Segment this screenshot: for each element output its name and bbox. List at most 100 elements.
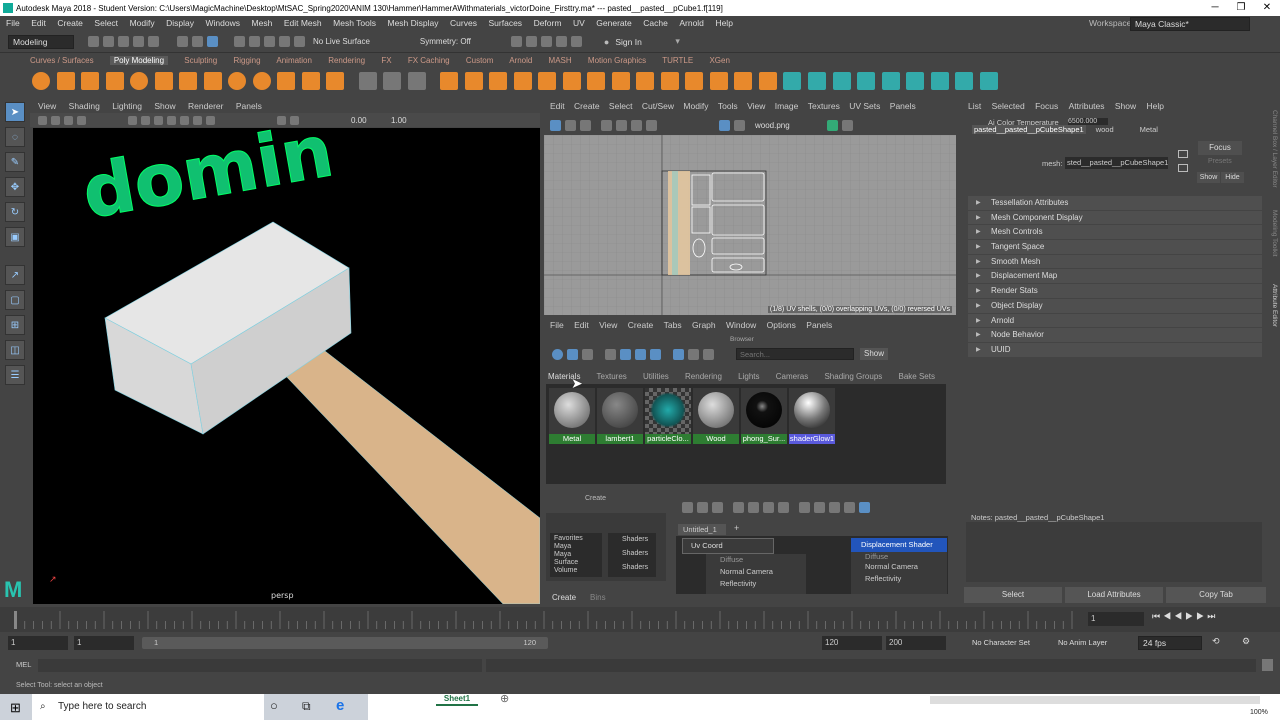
select-component-icon[interactable] xyxy=(207,36,218,47)
slide-edge-icon[interactable] xyxy=(734,72,753,90)
menu-mesh-display[interactable]: Mesh Display xyxy=(388,18,439,28)
menu-deform[interactable]: Deform xyxy=(534,18,562,28)
tree-maya-2[interactable]: Maya xyxy=(554,551,598,559)
section-uuid[interactable]: UUID xyxy=(968,342,1262,358)
add-sheet-icon[interactable]: ⊕ xyxy=(500,692,509,705)
node-tool-icon[interactable] xyxy=(778,501,789,513)
range-end-field-2[interactable]: 200 xyxy=(886,636,946,650)
attr-tab-metal[interactable]: Metal xyxy=(1140,125,1158,134)
uv-tool-2-icon[interactable] xyxy=(565,120,576,131)
node-port[interactable]: Reflectivity xyxy=(720,578,806,590)
load-attributes-button[interactable]: Load Attributes xyxy=(1065,587,1163,603)
notes-field[interactable] xyxy=(966,522,1262,582)
uv-menu-select[interactable]: Select xyxy=(609,101,633,111)
range-end-field[interactable]: 120 xyxy=(822,636,882,650)
tab-lights[interactable]: Lights xyxy=(738,372,759,381)
attr-tab-shape[interactable]: pasted__pasted__pCubeShape1 xyxy=(972,125,1086,134)
menu-select[interactable]: Select xyxy=(94,18,118,28)
uv-menu-panels[interactable]: Panels xyxy=(890,101,916,111)
node-tool-icon[interactable] xyxy=(748,501,759,513)
uv-sew-icon[interactable] xyxy=(979,72,998,90)
mel-label[interactable]: MEL xyxy=(16,660,31,669)
svg-tool-icon[interactable] xyxy=(326,72,345,90)
menu-curves[interactable]: Curves xyxy=(450,18,477,28)
menu-cache[interactable]: Cache xyxy=(643,18,668,28)
section-mesh-component-display[interactable]: Mesh Component Display xyxy=(968,210,1262,226)
section-smooth-mesh[interactable]: Smooth Mesh xyxy=(968,254,1262,270)
hs-menu-panels[interactable]: Panels xyxy=(806,320,832,330)
task-view-icon[interactable]: ⧉ xyxy=(302,699,311,714)
node-port[interactable]: Diffuse xyxy=(851,552,947,561)
rotate-tool-icon[interactable]: ↻ xyxy=(5,202,25,222)
uv-texture-toggle-icon[interactable] xyxy=(719,120,730,131)
menu-display[interactable]: Display xyxy=(166,18,194,28)
shelf-tab-rigging[interactable]: Rigging xyxy=(233,56,260,65)
browser-filter-icon[interactable] xyxy=(688,348,699,360)
shelf-tab-fx[interactable]: FX xyxy=(381,56,391,65)
browser-sort-icon[interactable] xyxy=(673,348,684,360)
snap-grid-icon[interactable] xyxy=(234,36,245,47)
tree-surface[interactable]: Surface xyxy=(554,559,598,567)
uv-tool-3-icon[interactable] xyxy=(580,120,591,131)
snap-view-icon[interactable] xyxy=(279,36,290,47)
hs-menu-options[interactable]: Options xyxy=(767,320,796,330)
close-button[interactable]: ✕ xyxy=(1254,0,1280,16)
shelf-tab-sculpting[interactable]: Sculpting xyxy=(184,56,217,65)
create-item[interactable]: Shaders xyxy=(622,547,656,561)
hs-menu-graph[interactable]: Graph xyxy=(692,320,716,330)
current-frame-field[interactable]: 1 xyxy=(1088,612,1144,626)
node-tool-icon[interactable] xyxy=(799,501,810,513)
material-swatch[interactable]: Wood xyxy=(693,388,739,444)
menu-modify[interactable]: Modify xyxy=(130,18,155,28)
uv-planar-icon[interactable] xyxy=(783,72,802,90)
symmetry-label[interactable]: Symmetry: Off xyxy=(420,37,471,46)
minimize-button[interactable]: ─ xyxy=(1202,0,1228,16)
uv-camera-icon[interactable] xyxy=(881,72,900,90)
hypershade-icon[interactable] xyxy=(555,36,567,47)
taskbar-search[interactable]: ⌕ Type here to search xyxy=(32,694,264,720)
playback-controls[interactable]: ⏮◀◀▶▶⏭ xyxy=(1152,611,1218,622)
menu-create[interactable]: Create xyxy=(57,18,83,28)
film-gate-icon[interactable] xyxy=(141,115,150,125)
copy-tab-button[interactable]: Copy Tab xyxy=(1166,587,1266,603)
hide-button[interactable]: Hide xyxy=(1221,172,1244,183)
poly-torus-icon[interactable] xyxy=(130,72,149,90)
maximize-button[interactable]: ❐ xyxy=(1228,0,1254,16)
displacement-node[interactable]: Displacement Shader Diffuse Normal Camer… xyxy=(851,538,947,594)
single-view-icon[interactable]: ▢ xyxy=(5,290,25,310)
shelf-tab-rendering[interactable]: Rendering xyxy=(328,56,365,65)
vp-menu-renderer[interactable]: Renderer xyxy=(188,101,223,111)
uv-checker-icon[interactable] xyxy=(616,120,627,131)
exposure-value[interactable]: 0.00 xyxy=(351,116,391,125)
vp-menu-lighting[interactable]: Lighting xyxy=(112,101,142,111)
uv-editor-icon[interactable] xyxy=(906,72,925,90)
new-scene-icon[interactable] xyxy=(88,36,99,47)
four-view-icon[interactable]: ⊞ xyxy=(5,315,25,335)
shelf-tab-curves[interactable]: Curves / Surfaces xyxy=(30,56,94,65)
uv-menu-create[interactable]: Create xyxy=(574,101,600,111)
uv-menu-edit[interactable]: Edit xyxy=(550,101,565,111)
flip-icon[interactable] xyxy=(758,72,777,90)
snap-surface-icon[interactable] xyxy=(294,36,305,47)
attr-tab-wood[interactable]: wood xyxy=(1096,125,1114,134)
super-shape-icon[interactable] xyxy=(228,72,247,90)
menu-uv[interactable]: UV xyxy=(573,18,585,28)
range-start-field[interactable]: 1 xyxy=(8,636,68,650)
uv-coord-node[interactable]: Uv Coord xyxy=(682,538,774,554)
scale-tool-icon[interactable]: ▣ xyxy=(5,227,25,247)
shelf-tab-custom[interactable]: Custom xyxy=(466,56,494,65)
mesh-name-field[interactable]: sted__pasted__pCubeShape1 xyxy=(1065,157,1168,169)
open-scene-icon[interactable] xyxy=(103,36,114,47)
camera-icon[interactable] xyxy=(38,115,47,125)
node-tool-icon[interactable] xyxy=(844,501,855,513)
uv-layout-icon[interactable] xyxy=(930,72,949,90)
collapse-icon[interactable] xyxy=(587,72,606,90)
arnold-render-icon[interactable] xyxy=(570,36,582,47)
no-live-surface-label[interactable]: No Live Surface xyxy=(313,37,370,46)
menu-help[interactable]: Help xyxy=(715,18,732,28)
gamma-value[interactable]: 1.00 xyxy=(391,116,407,125)
wireframe-icon[interactable] xyxy=(154,115,163,125)
uv-dim-icon[interactable] xyxy=(734,120,745,131)
uv-spherical-icon[interactable] xyxy=(857,72,876,90)
smooth-icon[interactable] xyxy=(407,72,426,90)
